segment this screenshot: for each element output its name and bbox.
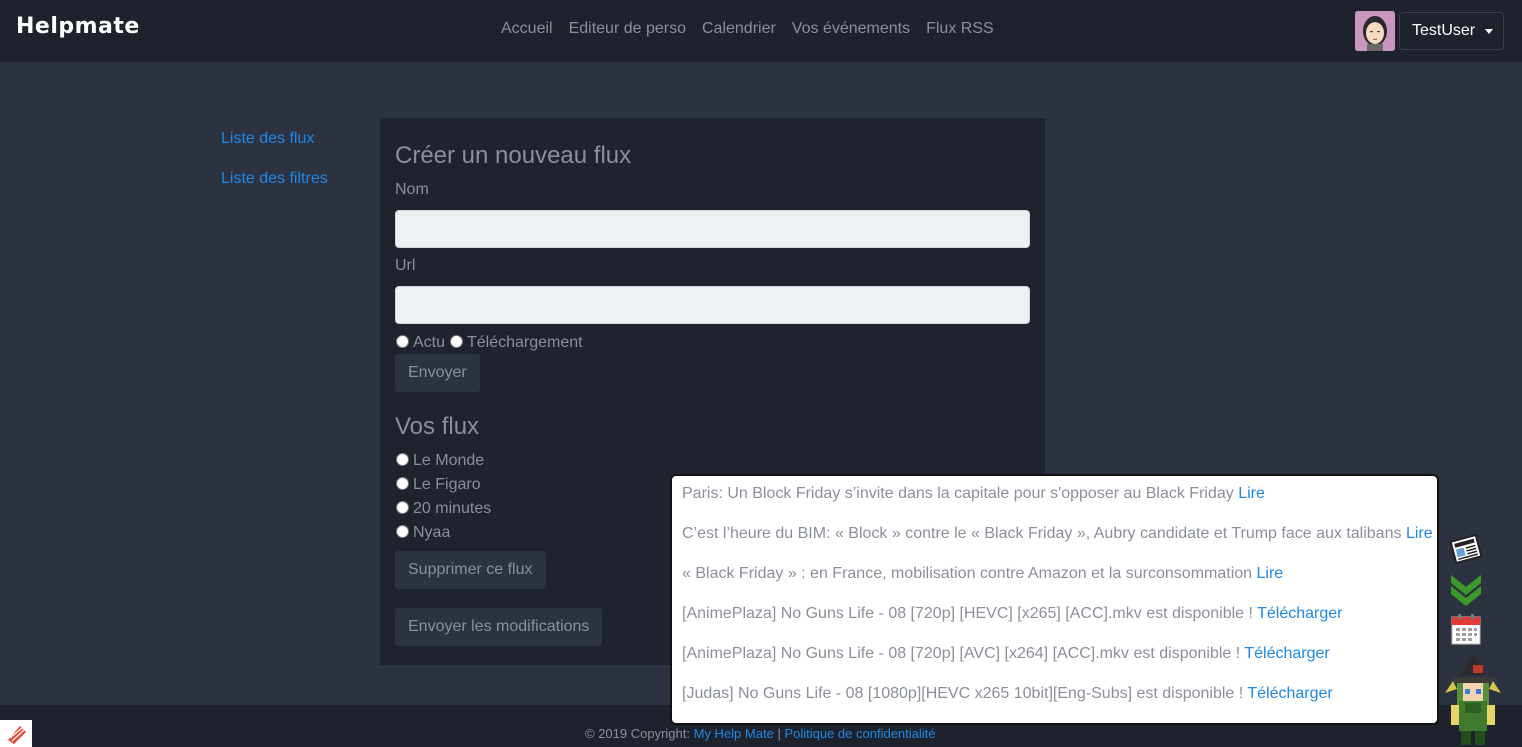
sidebar-item-liste-filtres[interactable]: Liste des filtres [221,170,328,188]
notification-action-link[interactable]: Lire [1406,525,1433,542]
app-logo-icon[interactable] [0,720,32,747]
double-chevron-down-icon[interactable] [1449,572,1483,611]
nav-accueil[interactable]: Accueil [501,20,553,38]
your-feeds-title: Vos flux [395,413,480,440]
nav-flux-rss[interactable]: Flux RSS [926,20,994,38]
notification-text: C’est l’heure du BIM: « Block » contre l… [682,525,1402,542]
brand-logo[interactable]: Helpmate [16,14,140,39]
url-label: Url [395,257,416,274]
top-navbar: Helpmate Accueil Editeur de perso Calend… [0,0,1522,62]
nav-evenements[interactable]: Vos événements [792,20,910,38]
footer-copyright: © 2019 Copyright: [585,726,690,741]
name-input[interactable] [395,210,1030,248]
feed-radio[interactable] [396,525,409,538]
feed-label: Nyaa [413,524,451,541]
feed-radio[interactable] [396,477,409,490]
notification-panel: Paris: Un Block Friday s’invite dans la … [670,474,1439,725]
delete-feed-button[interactable]: Supprimer ce flux [395,551,546,589]
create-feed-title: Créer un nouveau flux [395,142,632,169]
notification-item: « Black Friday » : en France, mobilisati… [682,565,1283,583]
nav-editeur-perso[interactable]: Editeur de perso [569,20,686,38]
feed-label: Le Figaro [413,476,481,493]
user-menu-button[interactable]: TestUser [1399,12,1504,50]
newspaper-icon[interactable] [1448,531,1484,572]
caret-down-icon [1485,28,1494,34]
nav-calendrier[interactable]: Calendrier [702,20,776,38]
feed-label: Le Monde [413,452,485,469]
user-name: TestUser [1412,22,1476,39]
notification-text: [AnimePlaza] No Guns Life - 08 [720p] [A… [682,645,1241,662]
feed-radio[interactable] [396,501,409,514]
footer-privacy-link[interactable]: Politique de confidentialité [784,726,935,741]
url-input[interactable] [395,286,1030,324]
notification-text: [Judas] No Guns Life - 08 [1080p][HEVC x… [682,685,1244,702]
notification-action-link[interactable]: Télécharger [1257,605,1342,622]
avatar-icon [1355,11,1395,51]
footer-site-link[interactable]: My Help Mate [694,726,774,741]
sidebar-item-liste-flux[interactable]: Liste des flux [221,130,314,148]
notification-item: C’est l’heure du BIM: « Block » contre l… [682,525,1433,543]
notification-action-link[interactable]: Télécharger [1247,685,1332,702]
radio-telechargement-label: Téléchargement [467,334,583,351]
calendar-icon[interactable] [1451,613,1481,650]
notification-action-link[interactable]: Lire [1257,565,1284,582]
notification-item: [AnimePlaza] No Guns Life - 08 [720p] [A… [682,645,1330,663]
name-label: Nom [395,181,429,198]
radio-telechargement[interactable] [450,335,463,348]
notification-action-link[interactable]: Télécharger [1244,645,1329,662]
notification-text: [AnimePlaza] No Guns Life - 08 [720p] [H… [682,605,1253,622]
notification-text: « Black Friday » : en France, mobilisati… [682,565,1253,582]
feed-radio[interactable] [396,453,409,466]
feed-label: 20 minutes [413,500,492,517]
footer-text: © 2019 Copyright: My Help Mate | Politiq… [585,726,936,741]
notification-text: Paris: Un Block Friday s’invite dans la … [682,485,1234,502]
footer-separator: | [777,726,781,741]
notification-item: Paris: Un Block Friday s’invite dans la … [682,485,1265,503]
notification-action-link[interactable]: Lire [1238,485,1265,502]
submit-button[interactable]: Envoyer [395,354,480,392]
avatar[interactable] [1355,11,1395,51]
notification-item: [Judas] No Guns Life - 08 [1080p][HEVC x… [682,685,1333,703]
wizard-mascot-icon[interactable] [1443,653,1503,747]
save-changes-button[interactable]: Envoyer les modifications [395,608,603,646]
radio-actu-label: Actu [413,334,446,351]
radio-actu[interactable] [396,335,409,348]
notification-item: [AnimePlaza] No Guns Life - 08 [720p] [H… [682,605,1342,623]
main-nav: Accueil Editeur de perso Calendrier Vos … [501,20,994,38]
